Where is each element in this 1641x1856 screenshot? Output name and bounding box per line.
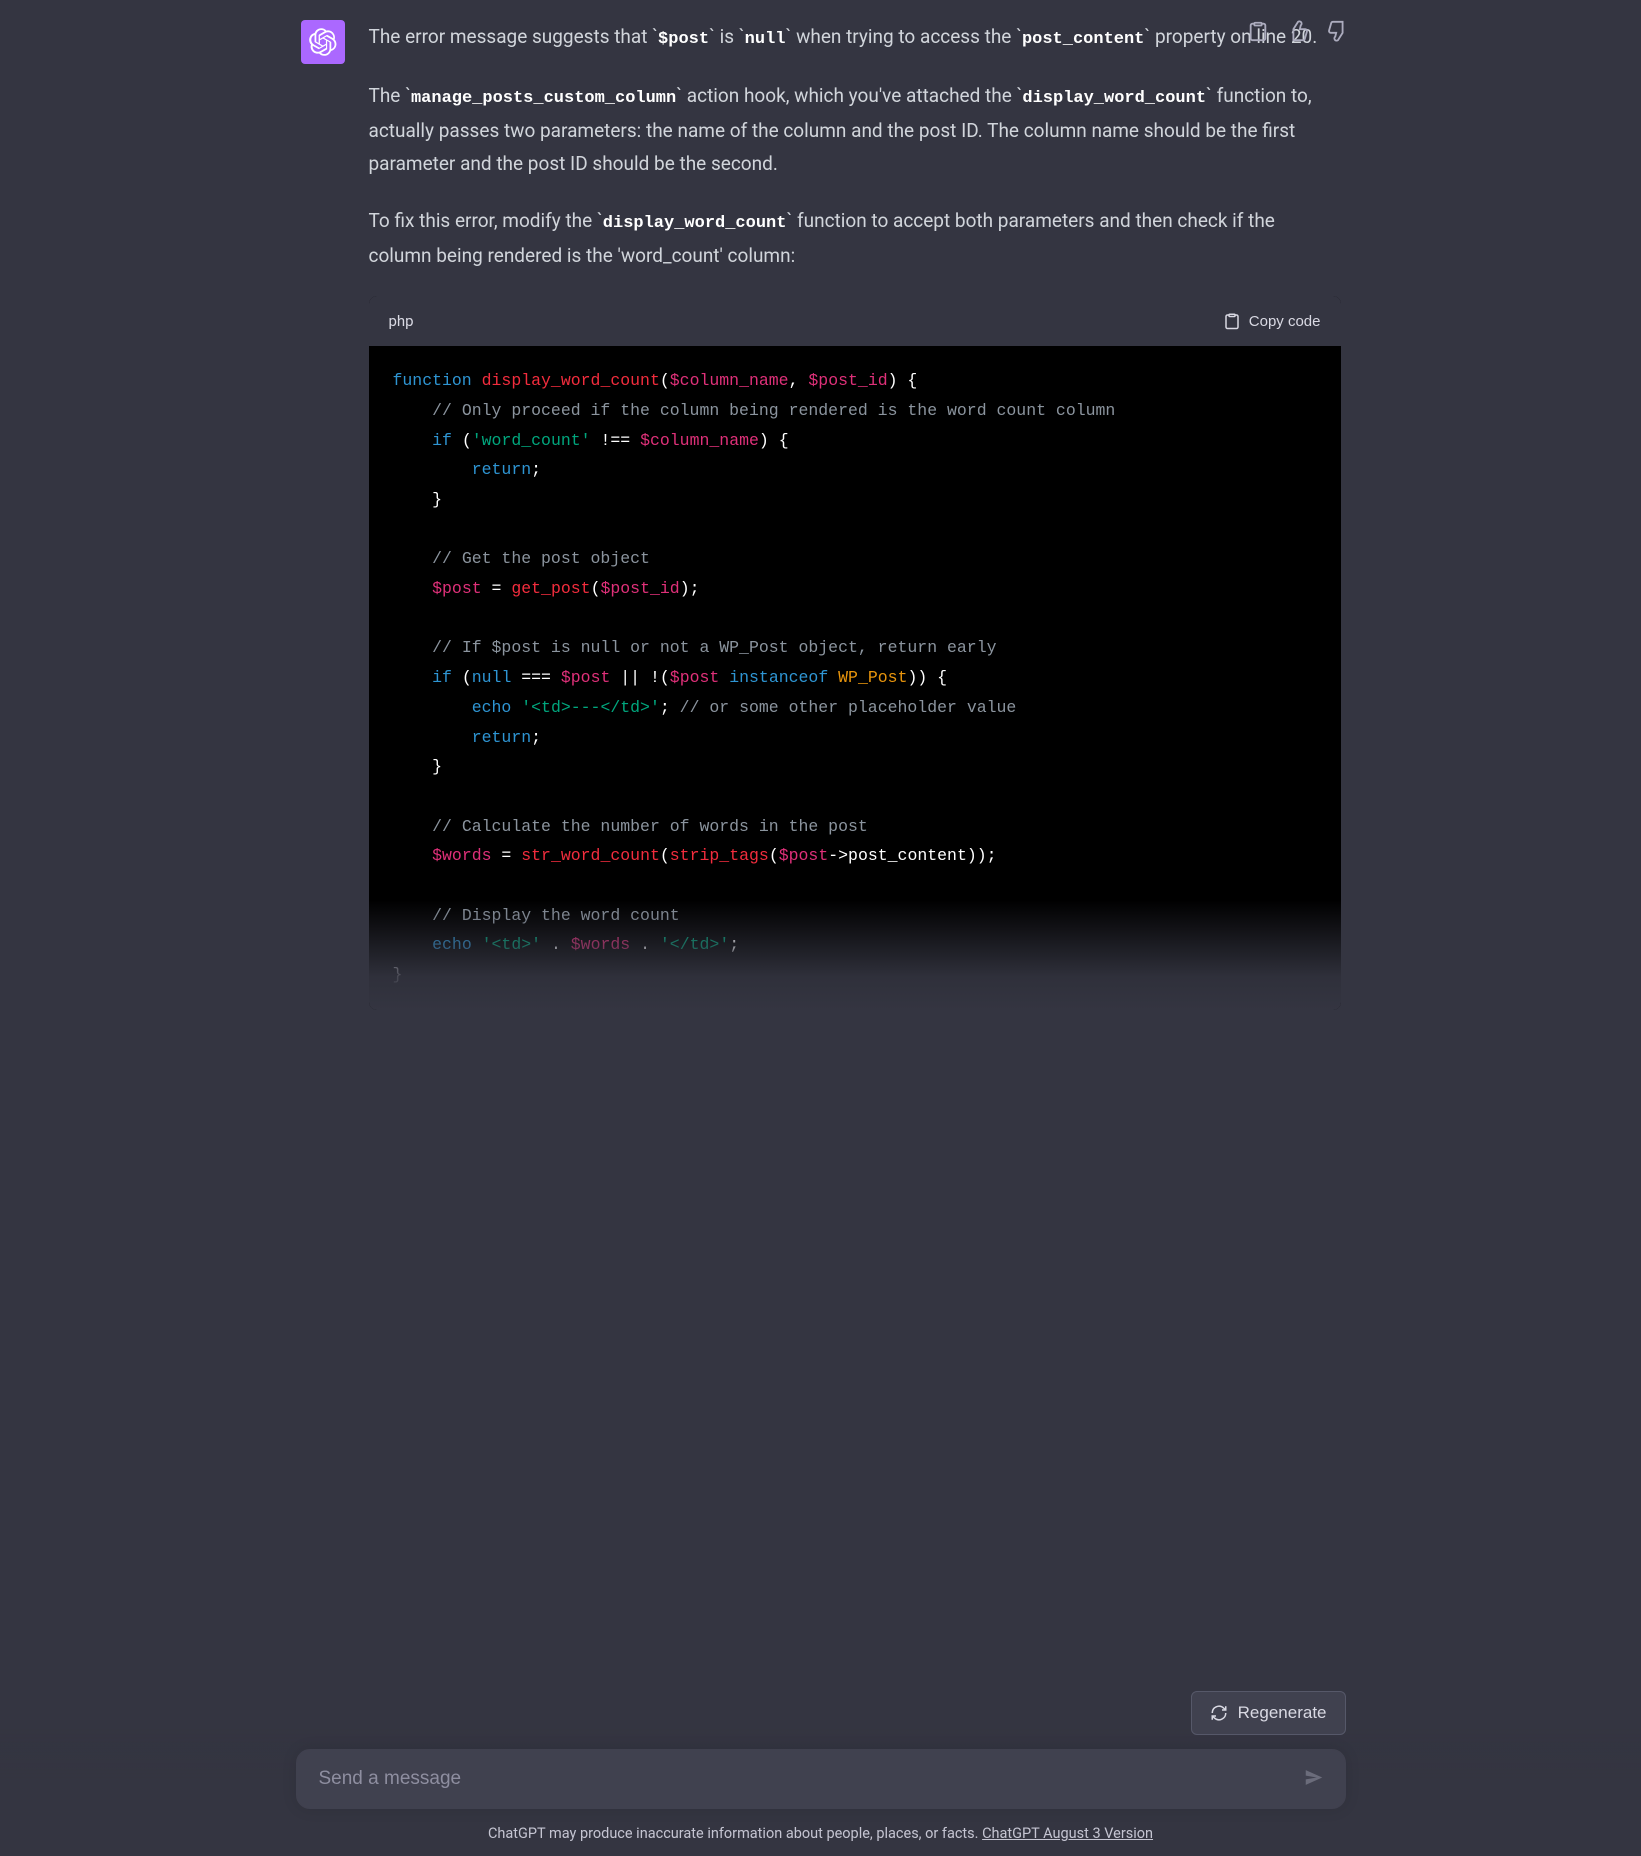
clipboard-icon [1247, 20, 1269, 42]
thumbs-down-button[interactable] [1325, 18, 1351, 47]
thumbs-up-button[interactable] [1285, 18, 1311, 47]
inline-code: manage_posts_custom_column [411, 89, 676, 108]
paragraph-2: The `manage_posts_custom_column` action … [369, 79, 1341, 180]
feedback-controls [1245, 18, 1351, 47]
inline-code: display_word_count [603, 214, 787, 233]
disclaimer-text: ChatGPT may produce inaccurate informati… [488, 1825, 982, 1842]
message-input-container [296, 1749, 1346, 1809]
inline-code: post_content [1022, 30, 1144, 49]
send-button[interactable] [1299, 1763, 1329, 1796]
refresh-icon [1210, 1704, 1228, 1722]
paragraph-3: To fix this error, modify the `display_w… [369, 204, 1341, 272]
assistant-avatar [301, 20, 345, 64]
copy-code-label: Copy code [1249, 313, 1321, 330]
code-language-label: php [389, 308, 414, 334]
regenerate-button[interactable]: Regenerate [1191, 1691, 1346, 1735]
inline-code: null [745, 30, 786, 49]
bottom-bar: Regenerate ChatGPT may produce inaccurat… [0, 1729, 1641, 1856]
code-content: function display_word_count($column_name… [369, 346, 1341, 1009]
message-body: The error message suggests that `$post` … [369, 20, 1341, 1010]
code-block: php Copy code function display_word_coun… [369, 296, 1341, 1010]
copy-code-button[interactable]: Copy code [1223, 312, 1321, 330]
openai-logo-icon [309, 28, 337, 56]
message-input[interactable] [319, 1768, 1283, 1790]
inline-code: display_word_count [1022, 89, 1206, 108]
assistant-message: The error message suggests that `$post` … [271, 0, 1371, 1030]
thumbs-down-icon [1327, 20, 1349, 42]
paragraph-1: The error message suggests that `$post` … [369, 20, 1341, 55]
clipboard-icon [1223, 312, 1241, 330]
version-link[interactable]: ChatGPT August 3 Version [982, 1825, 1153, 1842]
inline-code: $post [658, 30, 709, 49]
code-header: php Copy code [369, 296, 1341, 346]
send-icon [1303, 1767, 1325, 1789]
copy-message-button[interactable] [1245, 18, 1271, 47]
thumbs-up-icon [1287, 20, 1309, 42]
disclaimer: ChatGPT may produce inaccurate informati… [296, 1825, 1346, 1842]
regenerate-label: Regenerate [1238, 1703, 1327, 1723]
